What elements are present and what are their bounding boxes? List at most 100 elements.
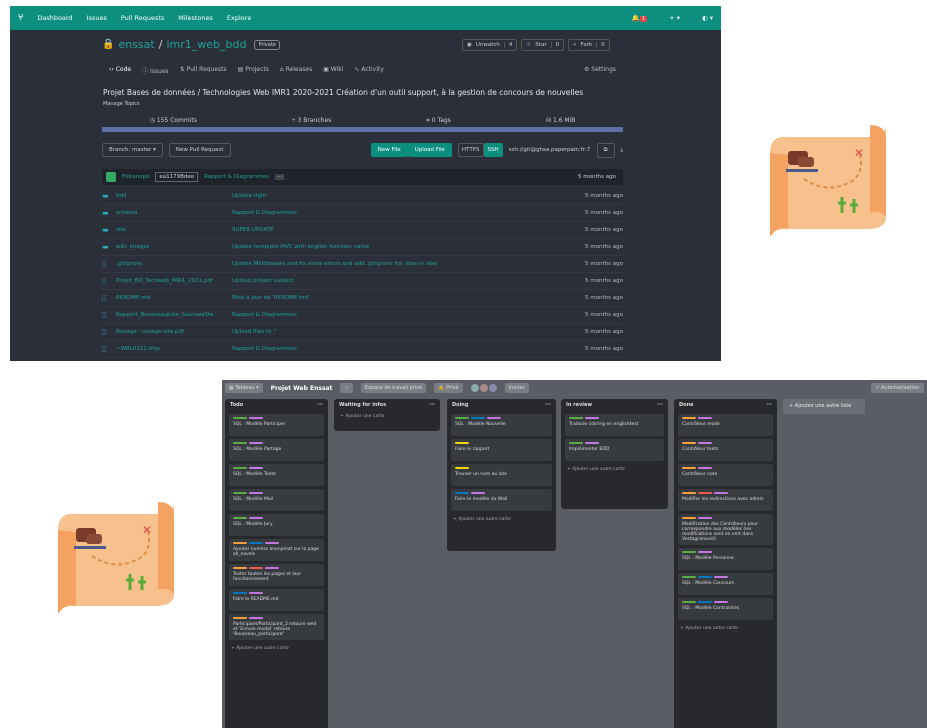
copy-icon[interactable]: ⧉ <box>596 142 615 158</box>
tab-releases[interactable]: ⌂ Releases <box>280 66 312 75</box>
list-item[interactable]: Trouver un nom au site <box>451 464 552 486</box>
list-title[interactable]: Todo <box>230 402 243 408</box>
nav-explore[interactable]: Explore <box>227 14 251 22</box>
nav-issues[interactable]: Issues <box>87 14 107 22</box>
user-avatar-menu[interactable]: ◐ ▾ <box>702 14 713 22</box>
add-card-button[interactable]: + Ajouter une autre carte <box>561 464 668 475</box>
commit-message[interactable]: Rapport & Diagrammes <box>204 174 269 180</box>
ssh-toggle[interactable]: SSH <box>483 143 503 157</box>
nav-pull-requests[interactable]: Pull Requests <box>121 14 164 22</box>
file-commit-message[interactable]: Mise à jour de 'README.md' <box>232 295 585 301</box>
list-item[interactable]: Participant/Participant_2 retoure wed et… <box>229 614 324 640</box>
board-view-menu[interactable]: ▦ Tableau ▾ <box>225 383 263 393</box>
add-card-button[interactable]: + Ajouter une autre carte <box>225 643 328 654</box>
tab-wiki[interactable]: ▣ Wiki <box>323 66 343 75</box>
list-item[interactable]: Contrôleur texts <box>678 439 773 461</box>
add-list-button[interactable]: + Ajoutez une autre liste <box>783 399 865 414</box>
star-icon[interactable]: ☆ <box>340 383 353 393</box>
list-item[interactable]: Faire le modèle du Wall <box>451 489 552 511</box>
file-commit-message[interactable]: Update right <box>232 193 585 199</box>
commit-author[interactable]: Flotenopo <box>122 174 149 180</box>
list-item[interactable]: SQL : Modèle Nouvelle <box>451 414 552 436</box>
file-commit-message[interactable]: Rapport & Diagrammes <box>232 210 585 216</box>
add-card-button[interactable]: + Ajouter une autre carte <box>447 514 556 525</box>
more-icon[interactable]: ··· <box>317 402 323 408</box>
list-item[interactable]: Tester toutes les pages et leur fonction… <box>229 564 324 586</box>
tab-issues[interactable]: ⓘ Issues <box>142 66 169 75</box>
fork-button[interactable]: ⑂ Fork 0 <box>568 39 610 51</box>
branches-stat[interactable]: ⑂ 3 Branches <box>292 117 331 124</box>
list-title[interactable]: Waiting for infos <box>339 402 386 408</box>
branch-selector[interactable]: Branch: master ▾ <box>102 143 163 157</box>
more-icon[interactable]: ··· <box>657 402 663 408</box>
list-item[interactable]: Contrôleur note <box>678 464 773 486</box>
list-item[interactable]: Faire le README.md <box>229 589 324 611</box>
list-item[interactable]: SQL : Modèle Jury <box>229 514 324 536</box>
new-file-button[interactable]: New File <box>370 143 408 157</box>
add-card-button[interactable]: + Ajouter une autre carte <box>674 623 777 634</box>
board-title[interactable]: Projet Web Enssat <box>271 385 333 392</box>
commits-stat[interactable]: ◷ 155 Commits <box>150 117 197 124</box>
file-name[interactable]: Projet_BD_Techweb_IMR1_2021.pdf <box>116 278 232 284</box>
file-commit-message[interactable]: Update template MVC with english functio… <box>232 244 585 250</box>
visibility-button[interactable]: 🔒 Privé <box>434 383 463 393</box>
list-item[interactable]: Faire le rapport <box>451 439 552 461</box>
file-name[interactable]: schema <box>116 210 232 216</box>
file-name[interactable]: site <box>116 227 232 233</box>
tab-activity[interactable]: ∿ Activity <box>354 66 383 75</box>
invite-button[interactable]: Inviter <box>504 383 529 393</box>
list-title[interactable]: Done <box>679 402 694 408</box>
more-icon[interactable]: ··· <box>545 402 551 408</box>
list-title[interactable]: Doing <box>452 402 468 408</box>
notification-bell-icon[interactable]: 🔔 1 <box>632 14 648 22</box>
download-icon[interactable]: ⤓ <box>621 147 623 154</box>
commit-ellipsis-button[interactable]: ··· <box>274 174 285 180</box>
file-name[interactable]: .gitignore <box>116 261 232 267</box>
list-item[interactable]: SQL : Modèle Concours <box>678 573 773 595</box>
file-commit-message[interactable]: SUPER UPDATE <box>232 227 585 233</box>
clone-url-input[interactable]: ssh://git@ghsa.paperpain.fr:713 <box>509 147 591 153</box>
more-icon[interactable]: ··· <box>766 402 772 408</box>
list-item[interactable]: Modifier les redirections avec admin <box>678 489 773 511</box>
file-name[interactable]: Rapport_BousseauJulie_GourvesSte... <box>116 312 232 318</box>
list-item[interactable]: Implémenter BDD <box>565 439 664 461</box>
more-icon[interactable]: ··· <box>429 402 435 408</box>
list-item[interactable]: Ajouter numéro anonymat sur la page all_… <box>229 539 324 561</box>
tab-projects[interactable]: ▤ Projects <box>238 66 269 75</box>
nav-milestones[interactable]: Milestones <box>178 14 213 22</box>
list-item[interactable]: SQL : Modèle Partage <box>229 439 324 461</box>
create-menu[interactable]: + ▾ <box>669 14 680 22</box>
file-name[interactable]: README.md <box>116 295 232 301</box>
add-card-button[interactable]: + Ajouter une carte <box>334 411 440 422</box>
file-name[interactable]: ~WRL0212.tmp <box>116 346 232 352</box>
repo-owner-link[interactable]: enssat <box>118 38 154 51</box>
file-commit-message[interactable]: Rapport & Diagrammes <box>232 346 585 352</box>
unwatch-button[interactable]: ◉ Unwatch 4 <box>462 39 518 51</box>
list-item[interactable]: SQL : Modèle Mail <box>229 489 324 511</box>
manage-topics-link[interactable]: Manage Topics <box>103 101 140 107</box>
tab-settings[interactable]: ⚙ Settings <box>584 66 616 73</box>
nav-dashboard[interactable]: Dashboard <box>37 14 72 22</box>
tab-pull-requests[interactable]: ⇅ Pull Requests <box>180 66 227 75</box>
gitea-logo-icon[interactable]: ⑂ <box>18 13 23 23</box>
workspace-button[interactable]: Espace de travail privé <box>360 383 427 393</box>
file-name[interactable]: wiki_images <box>116 244 232 250</box>
file-name[interactable]: Rouage - rouage-site.pdf <box>116 329 232 335</box>
commit-sha[interactable]: ea1179Bdee <box>155 172 199 182</box>
https-toggle[interactable]: HTTPS <box>457 143 484 157</box>
list-item[interactable]: Modification des Contrôleurs pour corres… <box>678 514 773 545</box>
automation-button[interactable]: ⚡ Automatisation <box>870 383 924 393</box>
list-item[interactable]: SQL : Modèle Contraintes <box>678 598 773 620</box>
repo-name-link[interactable]: imr1_web_bdd <box>166 38 246 51</box>
list-item[interactable]: Contrôleur mode <box>678 414 773 436</box>
upload-file-button[interactable]: Upload File <box>407 143 452 157</box>
list-title[interactable]: In review <box>566 402 592 408</box>
list-item[interactable]: SQL : Modèle Personne <box>678 548 773 570</box>
tab-code[interactable]: ‹› Code <box>109 66 131 75</box>
file-commit-message[interactable]: Update Middleware and fix some errors an… <box>232 261 585 267</box>
list-item[interactable]: SQL : Modèle Participer <box>229 414 324 436</box>
file-commit-message[interactable]: Rapport & Diagrammes <box>232 312 585 318</box>
list-item[interactable]: SQL : Modèle Texte <box>229 464 324 486</box>
file-commit-message[interactable]: Upload files to '' <box>232 329 585 335</box>
list-item[interactable]: Traduire cdsring en englishtest <box>565 414 664 436</box>
